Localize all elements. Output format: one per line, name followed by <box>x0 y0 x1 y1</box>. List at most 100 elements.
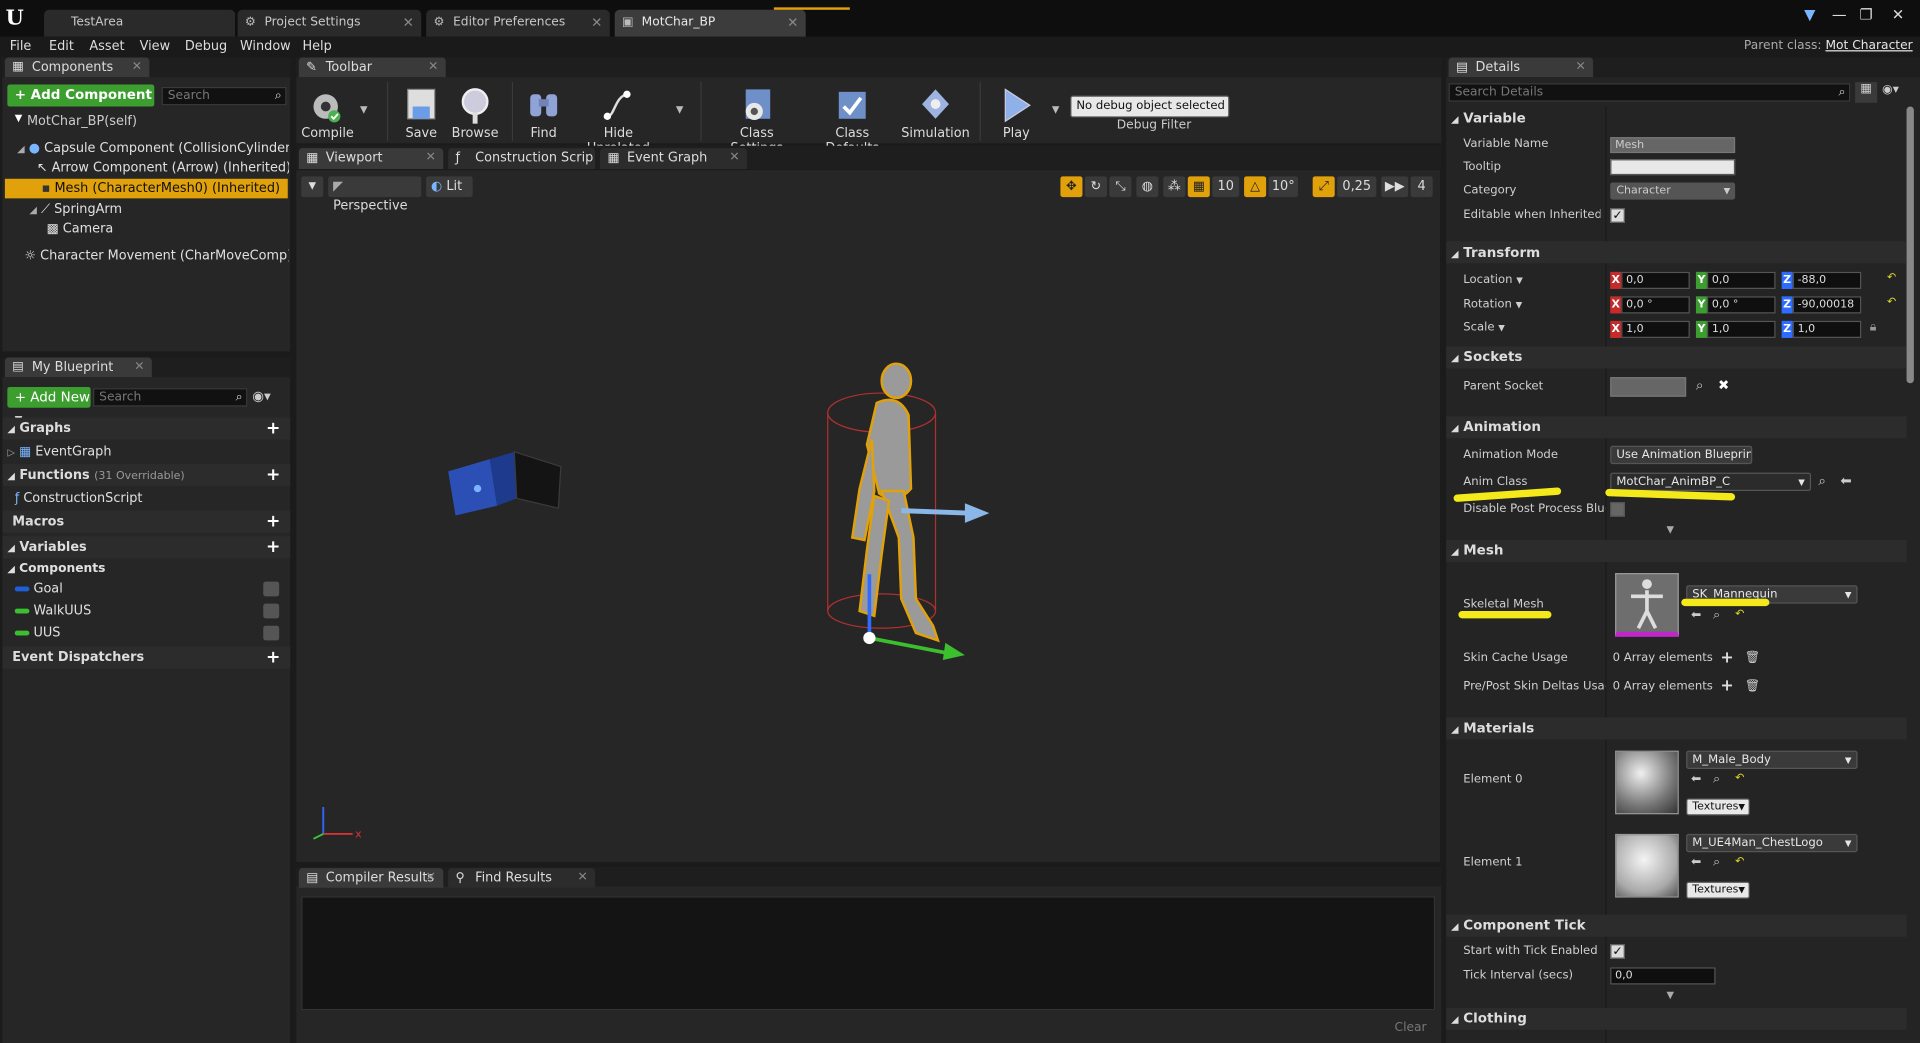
chevron-down-icon[interactable]: ▼ <box>676 104 684 115</box>
mesh-section[interactable]: ◢ Mesh <box>1451 540 1503 563</box>
grid-snap-icon[interactable]: ▦ <box>1187 176 1210 198</box>
eye-icon[interactable]: ◉▾ <box>252 388 271 404</box>
advanced-expand-icon[interactable]: ▼ <box>1667 524 1675 535</box>
construction-script-item[interactable]: ƒ ConstructionScript <box>15 489 284 509</box>
tab-project-settings[interactable]: ⚙ Project Settings ✕ <box>237 9 422 37</box>
tab-my-blueprint[interactable]: ▤ My Blueprint ✕ <box>4 357 152 378</box>
menu-window[interactable]: Window <box>240 37 291 57</box>
menu-help[interactable]: Help <box>302 37 331 57</box>
expand-arrow-icon[interactable]: ▷ <box>7 447 15 458</box>
menu-file[interactable]: File <box>10 37 32 57</box>
use-selected-icon[interactable]: ⬅ <box>1840 473 1851 489</box>
close-icon[interactable]: ✕ <box>1575 58 1585 78</box>
variable-goal[interactable]: Goal <box>14 579 287 599</box>
scale-icon[interactable]: ⤡ <box>1109 176 1132 198</box>
tab-components[interactable]: ▦ Components ✕ <box>4 57 150 78</box>
use-selected-icon[interactable]: ⬅ <box>1691 773 1701 786</box>
grid-snap-value[interactable]: 10 <box>1212 176 1240 198</box>
chevron-down-icon[interactable]: ▼ <box>360 104 368 115</box>
element-1-select[interactable]: M_UE4Man_ChestLogo ▼ <box>1686 833 1858 853</box>
reset-icon[interactable]: ↶ <box>1735 856 1744 868</box>
menu-edit[interactable]: Edit <box>49 37 74 57</box>
scale-snap-value[interactable]: 0,25 <box>1337 176 1377 198</box>
details-scrollbar[interactable] <box>1906 106 1914 384</box>
graphs-section[interactable]: ◢ Graphs + <box>2 417 291 440</box>
character-mesh[interactable] <box>811 354 1044 672</box>
add-element-icon[interactable]: + <box>1720 677 1733 697</box>
tree-mesh-component[interactable]: ▪ Mesh (CharacterMesh0) (Inherited) <box>4 178 288 199</box>
parent-class-link[interactable]: Mot Character <box>1825 39 1912 52</box>
play-button[interactable]: Play <box>992 84 1041 141</box>
property-matrix-icon[interactable]: ▦ <box>1855 82 1878 103</box>
rotation-y-field[interactable]: 0,0 ° <box>1706 296 1776 314</box>
tree-capsule-component[interactable]: ◢ ● Capsule Component (CollisionCylinder… <box>17 138 289 159</box>
perspective-button[interactable]: ◤ Perspective <box>328 176 422 213</box>
close-icon[interactable]: ✕ <box>787 10 798 37</box>
menu-debug[interactable]: Debug <box>185 37 227 57</box>
chevron-down-icon[interactable]: ▼ <box>1052 104 1060 115</box>
close-icon[interactable]: ✕ <box>591 10 602 37</box>
visibility-eye-icon[interactable] <box>263 625 280 641</box>
start-with-tick-checkbox[interactable]: ✓ <box>1610 944 1625 959</box>
scale-label[interactable]: Scale ▼ <box>1463 318 1600 338</box>
translate-icon[interactable]: ✥ <box>1060 176 1083 198</box>
add-component-button[interactable]: + Add Component ▼ <box>7 84 155 124</box>
collapse-arrow-icon[interactable]: ◢ <box>17 143 25 154</box>
tree-self[interactable]: MotChar_BP(self) <box>27 111 284 131</box>
close-window-button[interactable]: ✕ <box>1886 5 1910 25</box>
event-dispatchers-section[interactable]: Event Dispatchers + <box>2 646 291 669</box>
simulation-button[interactable]: Simulation <box>901 84 970 141</box>
close-icon[interactable]: ✕ <box>729 148 739 168</box>
tab-motchar-bp[interactable]: ▣ MotChar_BP ✕ <box>614 9 806 37</box>
lit-button[interactable]: ◐ Lit <box>426 176 473 198</box>
add-variable-icon[interactable]: + <box>266 536 280 558</box>
location-label[interactable]: Location ▼ <box>1463 271 1600 291</box>
visibility-eye-icon[interactable] <box>263 603 280 619</box>
rotate-icon[interactable]: ↻ <box>1084 176 1107 198</box>
tab-find-results[interactable]: ⚲ Find Results ✕ <box>448 868 596 888</box>
close-icon[interactable]: ✕ <box>403 10 414 37</box>
variables-section[interactable]: ◢ Variables + <box>2 536 291 559</box>
macros-section[interactable]: Macros + <box>2 510 291 533</box>
scale-snap-icon[interactable]: ⤢ <box>1312 176 1335 198</box>
reset-icon[interactable]: ↶ <box>1887 296 1896 308</box>
parent-socket-field[interactable] <box>1610 377 1687 397</box>
rotation-snap-value[interactable]: 10° <box>1268 176 1298 198</box>
lock-icon[interactable]: 🔒︎ <box>1870 321 1877 334</box>
menu-asset[interactable]: Asset <box>89 37 124 57</box>
animation-mode-select[interactable]: Use Animation Blueprint ▼ <box>1610 445 1753 465</box>
variable-walkuus[interactable]: WalkUUS <box>14 601 287 621</box>
eye-icon[interactable]: ◉▾ <box>1882 83 1899 96</box>
camera-speed-icon[interactable]: ▶▶ <box>1381 176 1409 198</box>
rotation-z-field[interactable]: -90,00018 <box>1792 296 1862 314</box>
minimize-button[interactable]: — <box>1827 5 1851 25</box>
add-new-button[interactable]: + Add New ▼ <box>7 386 91 425</box>
skeletal-mesh-thumbnail[interactable] <box>1615 573 1679 637</box>
tree-arrow-component[interactable]: ↖ Arrow Component (Arrow) (Inherited) <box>37 158 289 178</box>
camera-speed-value[interactable]: 4 <box>1410 176 1433 198</box>
add-dispatcher-icon[interactable]: + <box>266 647 280 669</box>
find-button[interactable]: Find <box>522 84 566 141</box>
anim-class-select[interactable]: MotChar_AnimBP_C ▼ <box>1610 472 1812 492</box>
browse-asset-icon[interactable]: ⌕ <box>1713 773 1720 786</box>
disable-post-process-checkbox[interactable] <box>1610 502 1625 517</box>
tree-camera[interactable]: ▩ Camera <box>47 219 289 239</box>
trash-icon[interactable]: 🗑︎ <box>1745 677 1761 697</box>
tab-editor-preferences[interactable]: ⚙ Editor Preferences ✕ <box>426 9 610 37</box>
sockets-section[interactable]: ◢ Sockets <box>1451 347 1522 370</box>
tab-viewport[interactable]: ▦ Viewport ✕ <box>298 148 444 169</box>
rotation-label[interactable]: Rotation ▼ <box>1463 295 1600 315</box>
functions-section[interactable]: ◢ Functions (31 Overridable) + <box>2 464 291 487</box>
debug-object-select[interactable]: No debug object selected ▼ <box>1070 95 1230 118</box>
location-y-field[interactable]: 0,0 <box>1706 271 1776 289</box>
rotation-snap-icon[interactable]: △ <box>1244 176 1267 198</box>
add-macro-icon[interactable]: + <box>266 511 280 533</box>
scale-z-field[interactable]: 1,0 <box>1792 320 1862 338</box>
event-graph-item[interactable]: ▷ ▦ EventGraph <box>7 442 276 463</box>
editable-when-inherited-checkbox[interactable]: ✓ <box>1610 208 1625 223</box>
tab-details[interactable]: ▤ Details ✕ <box>1448 57 1594 78</box>
close-icon[interactable]: ✕ <box>426 868 436 888</box>
component-tick-section[interactable]: ◢ Component Tick <box>1451 915 1586 938</box>
collapse-arrow-icon[interactable]: ◢ <box>29 204 37 215</box>
components-search-input[interactable]: Search ⌕ <box>161 86 287 106</box>
